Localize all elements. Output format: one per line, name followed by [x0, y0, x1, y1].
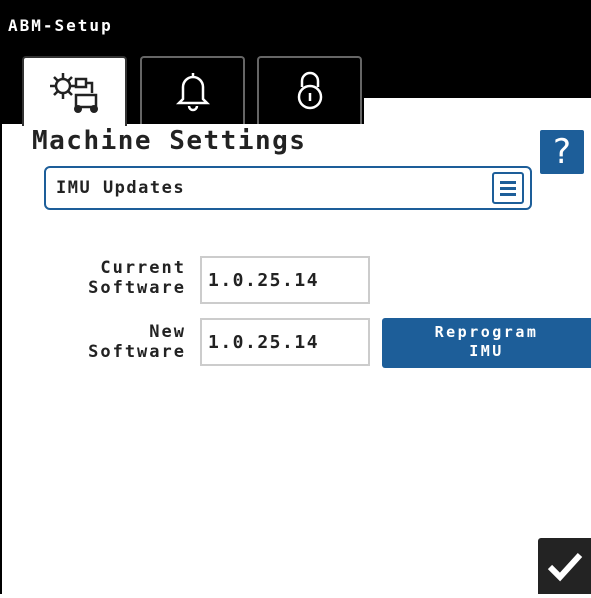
new-software-label: New Software: [88, 322, 186, 362]
tab-machine-settings[interactable]: [22, 56, 127, 126]
hamburger-menu-icon[interactable]: [492, 172, 524, 204]
current-software-value: 1.0.25.14: [200, 256, 370, 304]
lock-icon: [297, 71, 322, 110]
frame-border: [0, 124, 2, 594]
current-software-label: Current Software: [88, 258, 186, 298]
tab-alarms[interactable]: [140, 56, 245, 124]
reprogram-imu-button[interactable]: Reprogram IMU: [382, 318, 591, 368]
bell-icon: [175, 73, 210, 112]
confirm-button[interactable]: [538, 538, 591, 594]
app-title: ABM-Setup: [8, 16, 113, 35]
dropdown-selected-value: IMU Updates: [56, 178, 186, 198]
title-bar: ABM-Setup: [0, 0, 591, 48]
checkmark-icon: [547, 552, 583, 582]
page-title: Machine Settings: [32, 126, 307, 156]
settings-dropdown[interactable]: IMU Updates: [44, 166, 532, 210]
new-software-value: 1.0.25.14: [200, 318, 370, 366]
tab-lock[interactable]: [257, 56, 362, 124]
help-button[interactable]: ?: [540, 130, 584, 174]
machine-settings-icon: [49, 73, 98, 113]
tab-strip-fill: [364, 98, 591, 124]
help-icon: ?: [552, 132, 572, 172]
